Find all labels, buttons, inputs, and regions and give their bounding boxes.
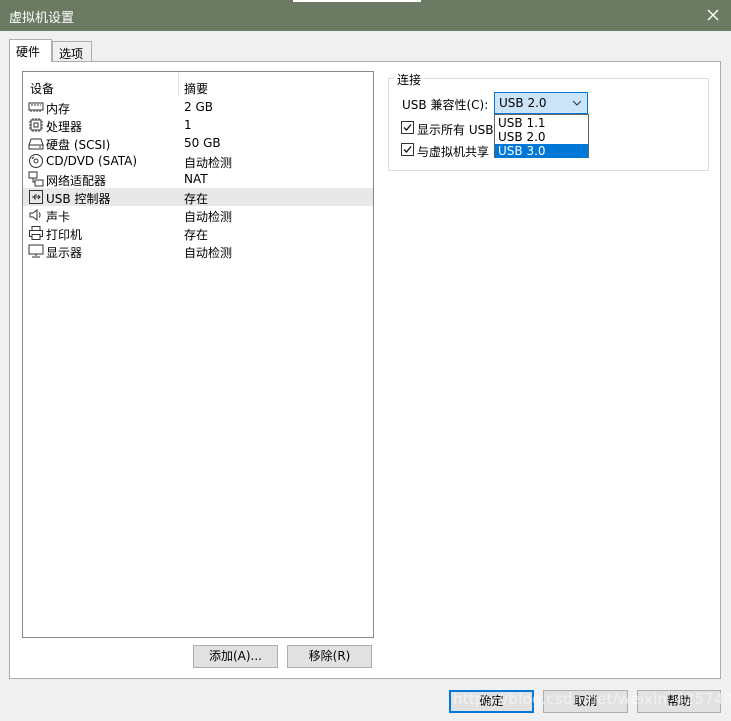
usb-compat-label: USB 兼容性(C): — [402, 98, 489, 112]
share-with-vm-checkbox[interactable] — [401, 143, 414, 156]
usb-icon — [29, 190, 43, 204]
device-summary: 50 GB — [184, 136, 221, 150]
device-summary: 2 GB — [184, 100, 213, 114]
usb-option[interactable]: USB 2.0 — [495, 130, 588, 144]
device-name: 打印机 — [46, 228, 83, 242]
monitor-icon — [28, 244, 44, 258]
show-all-usb-label[interactable]: 显示所有 USB — [417, 121, 493, 138]
checkmark-icon — [403, 146, 412, 153]
device-name: 网络适配器 — [46, 174, 107, 188]
window-title: 虚拟机设置 — [9, 11, 75, 26]
device-row-memory[interactable]: 内存 2 GB — [23, 98, 373, 116]
device-row-printer[interactable]: 打印机 存在 — [23, 224, 373, 242]
device-list-header: 设备 摘要 — [23, 72, 373, 100]
device-summary: 1 — [184, 118, 192, 132]
remove-button[interactable]: 移除(R) — [287, 645, 372, 668]
disk-icon — [28, 138, 44, 150]
device-summary: 自动检测 — [184, 246, 233, 260]
device-row-cdrom[interactable]: CD/DVD (SATA) 自动检测 — [23, 152, 373, 170]
device-name: 显示器 — [46, 246, 83, 260]
device-summary: 自动检测 — [184, 210, 233, 224]
watermark: https://blog.csdn.net/weixin_42574810 — [453, 690, 731, 708]
device-row-sound[interactable]: 声卡 自动检测 — [23, 206, 373, 224]
device-summary: NAT — [184, 172, 208, 186]
device-name: 处理器 — [46, 120, 83, 134]
device-summary: 自动检测 — [184, 156, 233, 170]
usb-compat-select[interactable]: USB 2.0 — [494, 92, 588, 114]
column-summary[interactable]: 摘要 — [184, 80, 208, 97]
tab-options[interactable]: 选项 — [52, 41, 92, 63]
device-name: USB 控制器 — [46, 192, 111, 206]
share-with-vm-label[interactable]: 与虚拟机共享 — [417, 143, 489, 160]
usb-option-highlighted[interactable]: USB 3.0 — [495, 144, 588, 158]
speaker-icon — [29, 209, 41, 221]
title-bar: 虚拟机设置 — [0, 0, 731, 31]
device-name: 硬盘 (SCSI) — [46, 138, 111, 152]
cpu-icon — [29, 118, 43, 132]
usb-option[interactable]: USB 1.1 — [495, 116, 588, 130]
cdrom-icon — [29, 154, 43, 168]
device-summary: 存在 — [184, 192, 209, 206]
device-row-disk[interactable]: 硬盘 (SCSI) 50 GB — [23, 134, 373, 152]
network-icon — [28, 171, 44, 187]
device-row-usb[interactable]: USB 控制器 存在 — [23, 188, 373, 206]
column-device[interactable]: 设备 — [30, 80, 54, 97]
device-name: 声卡 — [46, 210, 71, 224]
device-list[interactable]: 设备 摘要 内存 2 GB 处理器 1 硬盘 (SCSI) 50 GB CD/D… — [22, 71, 374, 638]
tab-hardware[interactable]: 硬件 — [9, 39, 52, 62]
device-row-cpu[interactable]: 处理器 1 — [23, 116, 373, 134]
usb-compat-value: USB 2.0 — [499, 96, 547, 110]
chevron-down-icon — [572, 100, 582, 106]
memory-icon — [28, 102, 44, 112]
device-row-display[interactable]: 显示器 自动检测 — [23, 242, 373, 260]
device-name: CD/DVD (SATA) — [46, 154, 138, 168]
device-summary: 存在 — [184, 228, 209, 242]
printer-icon — [29, 226, 43, 240]
usb-compat-dropdown[interactable]: USB 1.1 USB 2.0 USB 3.0 — [494, 114, 589, 158]
device-row-network[interactable]: 网络适配器 NAT — [23, 170, 373, 188]
device-name: 内存 — [46, 102, 71, 116]
add-button[interactable]: 添加(A)... — [193, 645, 278, 668]
connection-legend: 连接 — [394, 71, 425, 88]
checkmark-icon — [403, 124, 412, 131]
close-icon[interactable] — [701, 3, 725, 27]
title-bar-strip — [293, 0, 421, 2]
show-all-usb-checkbox[interactable] — [401, 121, 414, 134]
